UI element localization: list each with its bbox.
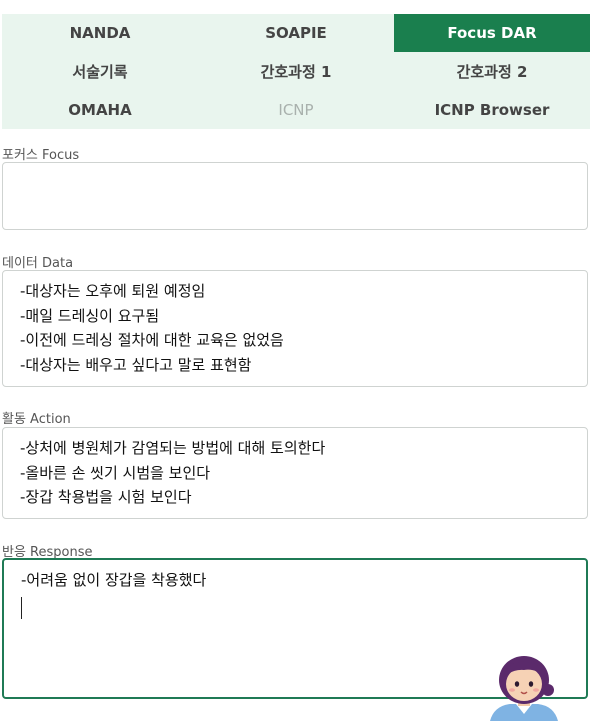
focus-label: 포커스 Focus xyxy=(2,148,80,163)
tab-nursing-process-1[interactable]: 간호과정 1 xyxy=(198,52,394,91)
tab-icnp-browser[interactable]: ICNP Browser xyxy=(394,91,590,129)
text-cursor xyxy=(21,596,22,619)
action-label: 활동 Action xyxy=(2,412,71,427)
data-line: -대상자는 배우고 싶다고 말로 표현함 xyxy=(20,355,252,374)
data-line: -대상자는 오후에 퇴원 예정임 xyxy=(20,282,206,300)
nurse-avatar-icon[interactable] xyxy=(486,654,562,721)
tab-narrative[interactable]: 서술기록 xyxy=(2,52,198,91)
data-line: -매일 드레싱이 요구됨 xyxy=(20,306,160,325)
data-textarea[interactable]: -대상자는 오후에 퇴원 예정임 -매일 드레싱이 요구됨 -이전에 드레싱 절… xyxy=(2,270,588,387)
action-textarea[interactable]: -상처에 병원체가 감염되는 방법에 대해 토의한다 -올바른 손 씻기 시범을… xyxy=(2,427,588,519)
tab-nursing-process-2[interactable]: 간호과정 2 xyxy=(394,52,590,91)
response-line: -어려움 없이 장갑을 착용했다 xyxy=(21,571,207,589)
response-lines: -어려움 없이 장갑을 착용했다 xyxy=(21,568,586,593)
action-lines: -상처에 병원체가 감염되는 방법에 대해 토의한다 -올바른 손 씻기 시범을… xyxy=(20,436,587,510)
action-line: -올바른 손 씻기 시범을 보인다 xyxy=(20,463,211,482)
tab-focus-dar[interactable]: Focus DAR xyxy=(394,14,590,52)
tab-omaha[interactable]: OMAHA xyxy=(2,91,198,129)
tab-icnp[interactable]: ICNP xyxy=(198,91,394,129)
focus-textarea[interactable] xyxy=(2,162,588,230)
data-line: -이전에 드레싱 절차에 대한 교육은 없었음 xyxy=(20,331,284,349)
tab-nanda[interactable]: NANDA xyxy=(2,14,198,52)
action-line: -상처에 병원체가 감염되는 방법에 대해 토의한다 xyxy=(20,439,326,457)
data-lines: -대상자는 오후에 퇴원 예정임 -매일 드레싱이 요구됨 -이전에 드레싱 절… xyxy=(20,279,587,377)
record-format-tabs: NANDA SOAPIE Focus DAR 서술기록 간호과정 1 간호과정 … xyxy=(2,14,590,129)
tab-soapie[interactable]: SOAPIE xyxy=(198,14,394,52)
data-label: 데이터 Data xyxy=(2,256,74,271)
action-line: -장갑 착용법을 시험 보인다 xyxy=(20,488,192,506)
